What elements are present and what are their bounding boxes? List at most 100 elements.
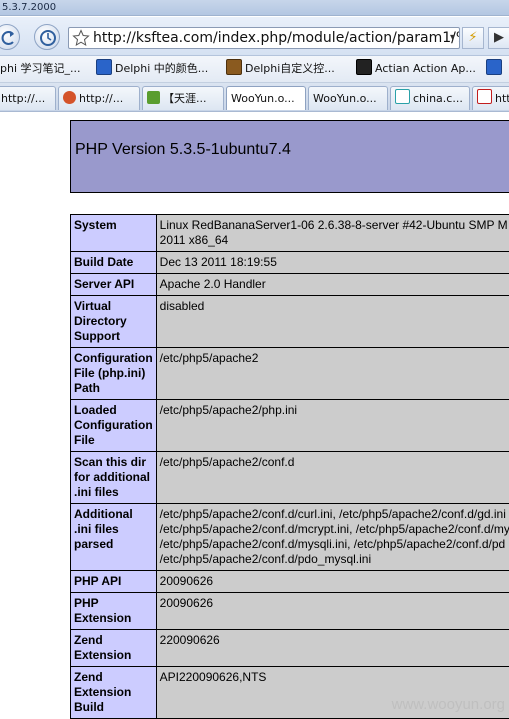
lightning-icon: ⚡: [468, 30, 478, 45]
table-row: Loaded Configuration File/etc/php5/apach…: [70, 399, 509, 452]
row-value-line: /etc/php5/apache2/conf.d/pdo_mysql.ini: [159, 552, 372, 566]
tab[interactable]: http://...: [58, 86, 140, 110]
row-value-line: /etc/php5/apache2: [159, 351, 259, 365]
row-value-line: /etc/php5/apache2/conf.d: [159, 455, 295, 469]
row-key: Virtual Directory Support: [70, 295, 157, 348]
row-value: 220090626: [155, 629, 509, 667]
address-bar[interactable]: http://ksftea.com/index.php/module/actio…: [68, 27, 460, 49]
baidu-icon: [96, 59, 112, 75]
row-value-line: API220090626,NTS: [159, 670, 267, 684]
address-bar-url: http://ksftea.com/index.php/module/actio…: [93, 30, 460, 46]
back-button[interactable]: [0, 24, 20, 50]
tab-label: WooYun.o...: [231, 92, 295, 105]
tab[interactable]: china.c...: [390, 86, 470, 110]
navigation-toolbar: http://ksftea.com/index.php/module/actio…: [0, 17, 509, 56]
watermark: www.wooyun.org: [391, 696, 505, 713]
tab-label: china.c...: [413, 92, 463, 105]
row-key: Configuration File (php.ini) Path: [70, 347, 157, 400]
table-row: Zend Extension 220090626: [70, 629, 509, 667]
row-key: Scan this dir for additional .ini files: [70, 451, 157, 504]
tab-label: 【天涯...: [163, 92, 207, 105]
page-title: PHP Version 5.3.5-1ubuntu7.4: [75, 141, 291, 158]
table-row: System Linux RedBananaServer1-06 2.6.38-8…: [70, 214, 509, 252]
row-value: /etc/php5/apache2/php.ini: [155, 399, 509, 452]
history-icon: [40, 30, 56, 46]
table-row: Additional .ini files parsed/etc/php5/ap…: [70, 503, 509, 571]
row-value-line: 220090626: [159, 633, 220, 647]
tab-active[interactable]: WooYun.o...: [226, 86, 306, 110]
bookmark-label: Actian Action Ap...: [375, 62, 476, 75]
window-title-text: 5.3.7.2000: [2, 2, 57, 13]
baidu-icon: [486, 59, 502, 75]
actian-icon: [356, 59, 372, 75]
table-row: Scan this dir for additional .ini files /…: [70, 451, 509, 504]
row-value-line: /etc/php5/apache2/conf.d/mysqli.ini, /et…: [159, 537, 506, 551]
row-value: Dec 13 2011 18:19:55: [155, 251, 509, 274]
hua-icon: [477, 89, 492, 104]
row-value: 20090626: [155, 570, 509, 593]
tab-label: htt: [495, 92, 509, 105]
row-value: /etc/php5/apache2/conf.d/curl.ini, /etc/…: [155, 503, 509, 571]
star-icon[interactable]: [72, 29, 90, 47]
tab-label: http://...: [1, 92, 46, 105]
row-key: PHP API: [70, 570, 157, 593]
tab[interactable]: htt: [472, 86, 509, 110]
row-key: PHP Extension: [70, 592, 157, 630]
bookmarks-bar: phi 学习笔记_... Delphi 中的颜色... Delphi自定义控..…: [0, 56, 509, 83]
abacus-icon: [226, 59, 242, 75]
row-value: disabled: [155, 295, 509, 348]
bookmark-item[interactable]: Delphi 中的颜色...: [96, 56, 208, 82]
tab[interactable]: WooYun.o...: [308, 86, 388, 110]
play-icon: ▶: [494, 30, 504, 45]
window-title-bar: 5.3.7.2000: [0, 0, 509, 16]
row-value-line: /etc/php5/apache2/conf.d/mcrypt.ini, /et…: [159, 522, 509, 536]
bookmark-label: Delphi自定义控...: [245, 62, 335, 75]
tab[interactable]: http://...: [0, 86, 56, 110]
table-row: PHP API 20090626: [70, 570, 509, 593]
lightning-button[interactable]: ⚡: [462, 27, 484, 49]
bookmark-item[interactable]: Actian Action Ap...: [356, 56, 476, 82]
row-value-line: /etc/php5/apache2/conf.d/curl.ini, /etc/…: [159, 507, 506, 521]
table-row: PHP Extension 20090626: [70, 592, 509, 630]
bookmark-item[interactable]: Delphi自定义控...: [226, 56, 335, 82]
row-key: Server API: [70, 273, 157, 296]
row-key: System: [70, 214, 157, 252]
firefox-icon: [63, 91, 76, 104]
history-button[interactable]: [34, 24, 60, 50]
rc-icon: [395, 89, 410, 104]
row-value-line: Linux RedBananaServer1-06 2.6.38-8-serve…: [159, 218, 508, 232]
go-button[interactable]: ▶: [488, 27, 509, 49]
tab-label: WooYun.o...: [313, 92, 377, 105]
table-row: Configuration File (php.ini) Path/etc/ph…: [70, 347, 509, 400]
tab-label: http://...: [79, 92, 124, 105]
row-key: Loaded Configuration File: [70, 399, 157, 452]
table-row: Virtual Directory Support disabled: [70, 295, 509, 348]
row-value-line: disabled: [159, 299, 205, 313]
table-row: Build Date Dec 13 2011 18:19:55: [70, 251, 509, 274]
row-value-line: /etc/php5/apache2/php.ini: [159, 403, 298, 417]
row-value: /etc/php5/apache2/conf.d: [155, 451, 509, 504]
row-value: Apache 2.0 Handler: [155, 273, 509, 296]
row-key: Zend Extension: [70, 629, 157, 667]
row-key: Build Date: [70, 251, 157, 274]
row-value: /etc/php5/apache2: [155, 347, 509, 400]
back-icon: [1, 31, 14, 45]
php-version-header: PHP Version 5.3.5-1ubuntu7.4: [70, 120, 509, 193]
bookmark-label: Delphi 中的颜色...: [115, 62, 209, 75]
tab-strip: http://... http://... 【天涯... WooYun.o...…: [0, 83, 509, 112]
row-value: 20090626: [155, 592, 509, 630]
address-dropdown-icon[interactable]: ▾: [450, 28, 455, 48]
page-content: PHP Version 5.3.5-1ubuntu7.4 System Linux…: [0, 112, 509, 719]
row-value-line: Apache 2.0 Handler: [159, 277, 266, 291]
row-value-line: 2011 x86_64: [159, 233, 229, 247]
row-value-line: 20090626: [159, 596, 214, 610]
tianya-icon: [147, 91, 160, 104]
row-key: Additional .ini files parsed: [70, 503, 157, 571]
bookmark-item[interactable]: phi 学习笔记_...: [0, 56, 81, 82]
table-row: Server API Apache 2.0 Handler: [70, 273, 509, 296]
row-value-line: Dec 13 2011 18:19:55: [159, 255, 277, 269]
phpinfo-table: System Linux RedBananaServer1-06 2.6.38-8…: [70, 214, 509, 719]
row-value-line: 20090626: [159, 574, 214, 588]
bookmark-item[interactable]: [486, 56, 505, 82]
tab[interactable]: 【天涯...: [142, 86, 224, 110]
